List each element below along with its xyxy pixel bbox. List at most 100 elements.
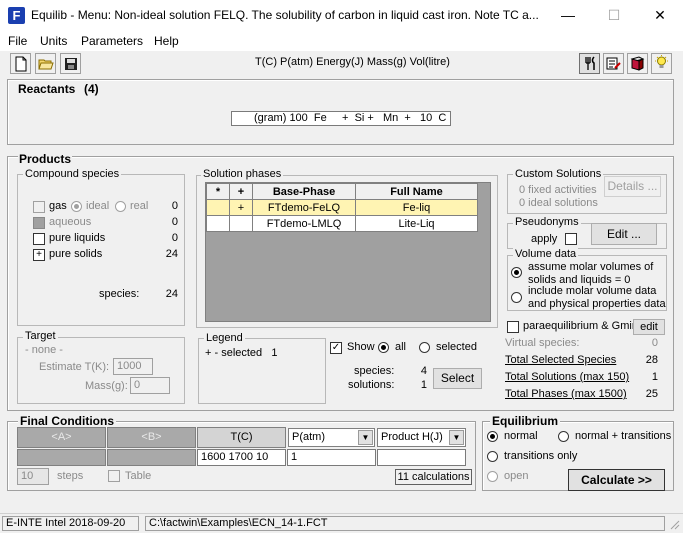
virtual-species-label: Virtual species: — [505, 337, 580, 349]
open-radio[interactable] — [487, 471, 498, 482]
real-radio[interactable] — [115, 201, 126, 212]
legend-text: + - selected 1 — [205, 347, 278, 359]
custom-solutions-title: Custom Solutions — [513, 168, 604, 180]
new-file-icon[interactable] — [10, 53, 31, 74]
show-solutions-value: 1 — [420, 379, 427, 391]
transitions-only-label: transitions only — [504, 450, 578, 462]
steps-field[interactable]: 10 — [17, 468, 49, 485]
header-a[interactable]: <A> — [17, 427, 106, 448]
pure-solids-label: pure solids — [49, 248, 103, 260]
reactants-count: (4) — [84, 82, 99, 96]
col-base-phase[interactable]: Base-Phase — [252, 183, 356, 200]
paraequilibrium-checkbox[interactable] — [507, 321, 519, 333]
col-plus[interactable]: + — [229, 183, 253, 200]
cell-star — [206, 199, 230, 216]
total-selected-species-label[interactable]: Total Selected Species — [505, 354, 616, 366]
total-solutions-value: 1 — [651, 371, 658, 383]
legend-title: Legend — [204, 332, 245, 344]
show-checkbox[interactable]: ✓ — [330, 342, 342, 354]
final-conditions-title: Final Conditions — [18, 414, 116, 428]
paraequilibrium-label: paraequilibrium & Gmin — [523, 320, 638, 332]
fixed-activities-text: 0 fixed activities — [519, 184, 597, 196]
gas-label: gas — [49, 200, 67, 212]
normal-transitions-radio[interactable] — [558, 431, 569, 442]
pure-liquids-checkbox[interactable] — [33, 233, 45, 245]
app-logo-icon: F — [8, 7, 25, 24]
estimate-field[interactable]: 1000 — [113, 358, 153, 375]
volume-data-title: Volume data — [513, 248, 579, 260]
total-phases-value: 25 — [645, 388, 658, 400]
fork-knife-icon[interactable] — [579, 53, 600, 74]
pseudonyms-edit-button[interactable]: Edit ... — [591, 223, 657, 245]
col-star[interactable]: * — [206, 183, 230, 200]
edit-list-icon[interactable] — [603, 53, 624, 74]
apply-checkbox[interactable] — [565, 233, 577, 245]
product-dropdown[interactable]: Product H(J) ▼ — [377, 428, 466, 447]
minimize-button[interactable]: — — [545, 0, 591, 31]
pressure-dropdown[interactable]: P(atm) ▼ — [288, 428, 375, 447]
resize-grip-icon[interactable] — [668, 518, 680, 530]
aqueous-label: aqueous — [49, 216, 92, 228]
transitions-only-radio[interactable] — [487, 451, 498, 462]
calculate-button[interactable]: Calculate >> — [568, 469, 665, 491]
table-row[interactable]: FTdemo-LMLQ Lite-Liq — [206, 215, 478, 232]
pressure-field[interactable]: 1 — [287, 449, 376, 466]
details-button[interactable]: Details ... — [604, 176, 661, 197]
open-folder-icon[interactable] — [35, 53, 56, 74]
pure-solids-count: 24 — [165, 248, 178, 260]
total-phases-label[interactable]: Total Phases (max 1500) — [505, 388, 627, 400]
total-solutions-label[interactable]: Total Solutions (max 150) — [505, 371, 629, 383]
mass-label: Mass(g): — [85, 380, 128, 392]
menu-help[interactable]: Help — [154, 34, 179, 48]
species-count: 24 — [165, 288, 178, 300]
maximize-button[interactable]: ☐ — [591, 0, 637, 31]
compound-species-title: Compound species — [23, 168, 122, 180]
solution-phases-title: Solution phases — [201, 168, 284, 180]
mass-field[interactable]: 0 — [130, 377, 170, 394]
pressure-dropdown-value: P(atm) — [292, 431, 325, 443]
book-icon[interactable] — [627, 53, 648, 74]
steps-label: steps — [57, 470, 84, 482]
chevron-down-icon[interactable]: ▼ — [358, 430, 373, 445]
aqueous-checkbox[interactable] — [33, 217, 45, 229]
gas-checkbox[interactable] — [33, 201, 45, 213]
show-all-radio[interactable] — [378, 342, 389, 353]
table-checkbox[interactable] — [108, 470, 120, 482]
ideal-radio[interactable] — [71, 201, 82, 212]
products-title: Products — [18, 152, 73, 166]
paraequilibrium-edit-button[interactable]: edit — [633, 319, 665, 335]
cell-full: Fe-liq — [355, 199, 478, 216]
volume-include-radio[interactable] — [511, 292, 522, 303]
cell-full: Lite-Liq — [355, 215, 478, 232]
close-button[interactable]: ✕ — [637, 0, 683, 31]
reactants-title: Reactants — [18, 82, 76, 96]
select-button[interactable]: Select — [433, 368, 482, 389]
field-a[interactable] — [17, 449, 106, 466]
ideal-label: ideal — [86, 200, 110, 212]
pure-liquids-label: pure liquids — [49, 232, 106, 244]
gas-count: 0 — [171, 200, 178, 212]
show-label: Show — [347, 341, 375, 353]
table-row[interactable]: + FTdemo-FeLQ Fe-liq — [206, 199, 478, 216]
header-b[interactable]: <B> — [107, 427, 196, 448]
menu-file[interactable]: File — [8, 34, 27, 48]
menu-parameters[interactable]: Parameters — [81, 34, 143, 48]
lightbulb-icon[interactable] — [651, 53, 672, 74]
pure-solids-checkbox[interactable]: + — [33, 249, 45, 261]
product-field[interactable] — [377, 449, 466, 466]
volume-opt1-line1: assume molar volumes of — [528, 261, 654, 273]
reactants-expression[interactable]: (gram) 100 Fe + Si + Mn + 10 C — [231, 111, 451, 126]
chevron-down-icon[interactable]: ▼ — [449, 430, 464, 445]
menu-units[interactable]: Units — [40, 34, 67, 48]
cell-plus — [229, 215, 253, 232]
header-temperature[interactable]: T(C) — [197, 427, 286, 448]
volume-zero-radio[interactable] — [511, 267, 522, 278]
normal-radio[interactable] — [487, 431, 498, 442]
table-label: Table — [125, 470, 152, 482]
show-selected-radio[interactable] — [419, 342, 430, 353]
field-b[interactable] — [107, 449, 196, 466]
temperature-field[interactable]: 1600 1700 10 — [197, 449, 286, 466]
status-version: E-INTE Intel 2018-09-20 — [2, 516, 139, 531]
col-full-name[interactable]: Full Name — [355, 183, 478, 200]
save-disk-icon[interactable] — [60, 53, 81, 74]
